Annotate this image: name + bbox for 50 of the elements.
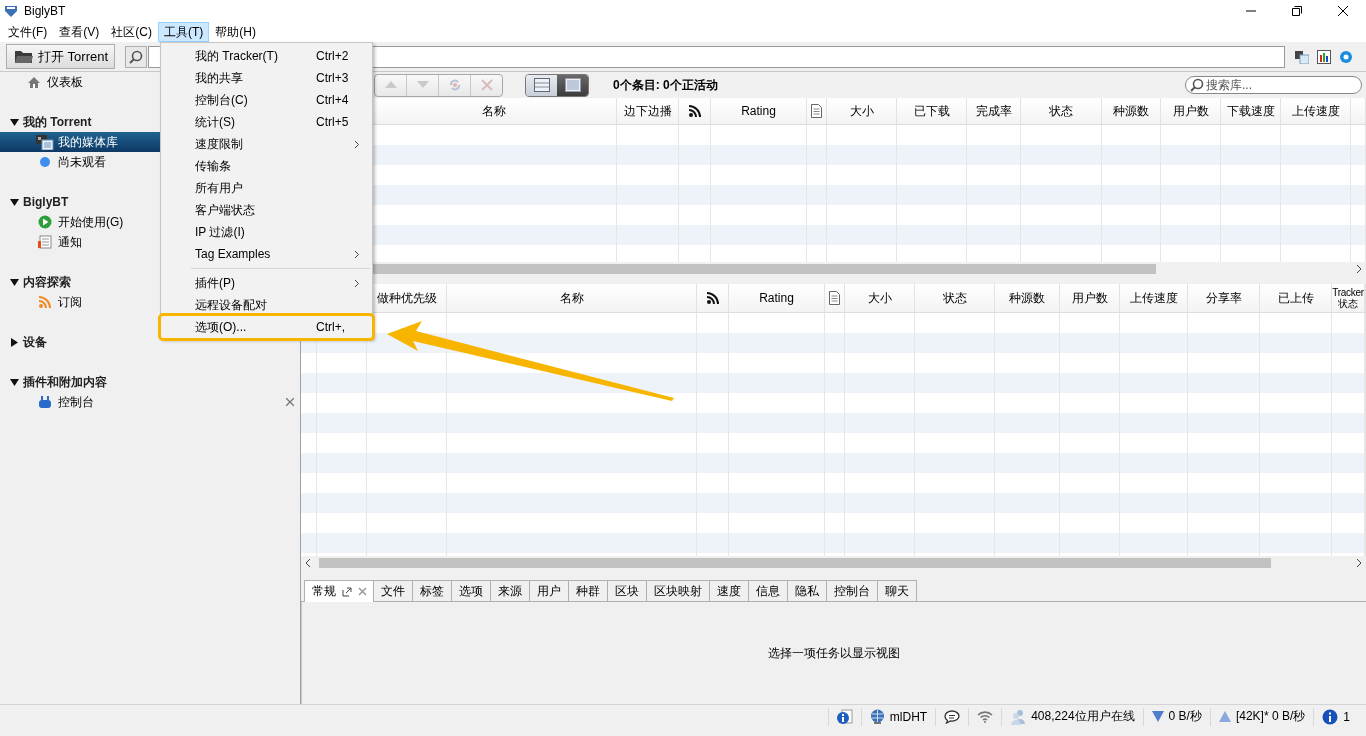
menu-item[interactable]: IP 过滤(I) [161,221,372,243]
column-header[interactable]: Rating [729,284,825,312]
menu-item[interactable]: 我的共享 Ctrl+3 [161,67,372,89]
item-count: 0个条目: 0个正活动 [613,76,718,94]
menu-item[interactable]: 社区(C) [105,22,158,42]
column-header[interactable]: Rating [711,98,807,124]
column-header[interactable]: 上传速度 [1120,284,1188,312]
column-header[interactable]: 完成率 [967,98,1021,124]
tab[interactable]: 常规 [304,580,374,602]
column-header[interactable]: Tracker 状态 [1332,284,1365,312]
column-header[interactable]: 大小 [845,284,915,312]
menu-item[interactable]: 文件(F) [2,22,54,42]
window-title: BiglyBT [24,4,66,18]
menu-item[interactable]: Tag Examples [161,243,372,265]
empty-view-message: 选择一项任务以显示视图 [768,644,900,662]
menu-item[interactable]: 统计(S) Ctrl+5 [161,111,372,133]
library-search-field[interactable]: 搜索库... [1206,78,1356,92]
tab[interactable]: 聊天 [877,580,917,601]
users-online: 408,224位用户在线 [1031,708,1135,725]
column-header[interactable]: 大小 [827,98,897,124]
column-header[interactable]: 已下载 [897,98,967,124]
column-header[interactable]: 种源数 [995,284,1060,312]
download-speed: 0 B/秒 [1168,708,1202,725]
menu-item[interactable]: 控制台(C) Ctrl+4 [161,89,372,111]
column-header[interactable]: 用户数 [1060,284,1120,312]
menu-item[interactable]: 客户端状态 [161,199,372,221]
menu-item[interactable]: 查看(V) [53,22,106,42]
column-header[interactable]: 上传速度 [1281,98,1351,124]
sidebar-section[interactable]: 插件和附加内容 [0,372,300,392]
column-header[interactable]: 种源数 [1102,98,1161,124]
column-header[interactable]: 名称 [447,284,697,312]
menu-item[interactable]: 传输条 [161,155,372,177]
search-box[interactable]: 搜索库... [1185,76,1362,94]
column-header[interactable]: 状态 [915,284,995,312]
column-header[interactable]: 下载速度 [1221,98,1281,124]
menu-item[interactable]: 帮助(H) [209,22,262,42]
open-torrent-button[interactable]: 打开 Torrent [6,44,116,69]
menu-item[interactable]: 工具(T) [158,22,210,42]
column-header[interactable]: 已上传 [1260,284,1332,312]
column-header[interactable]: 状态 [1021,98,1102,124]
column-header[interactable]: 分享率 [1188,284,1260,312]
upload-speed: [42K]* 0 B/秒 [1235,708,1306,725]
column-header[interactable]: 边下边播 [617,98,679,124]
menu-item[interactable]: 我的 Tracker(T) Ctrl+2 [161,45,372,67]
menu-item[interactable]: 所有用户 [161,177,372,199]
sidebar-item[interactable]: 控制台 [0,392,300,412]
highlighted-menu-item[interactable]: 选项(O)... Ctrl+, [161,316,372,338]
column-header[interactable]: 用户数 [1161,98,1221,124]
dht-status: mlDHT [889,709,928,724]
notification-count: 1 [1343,709,1350,724]
